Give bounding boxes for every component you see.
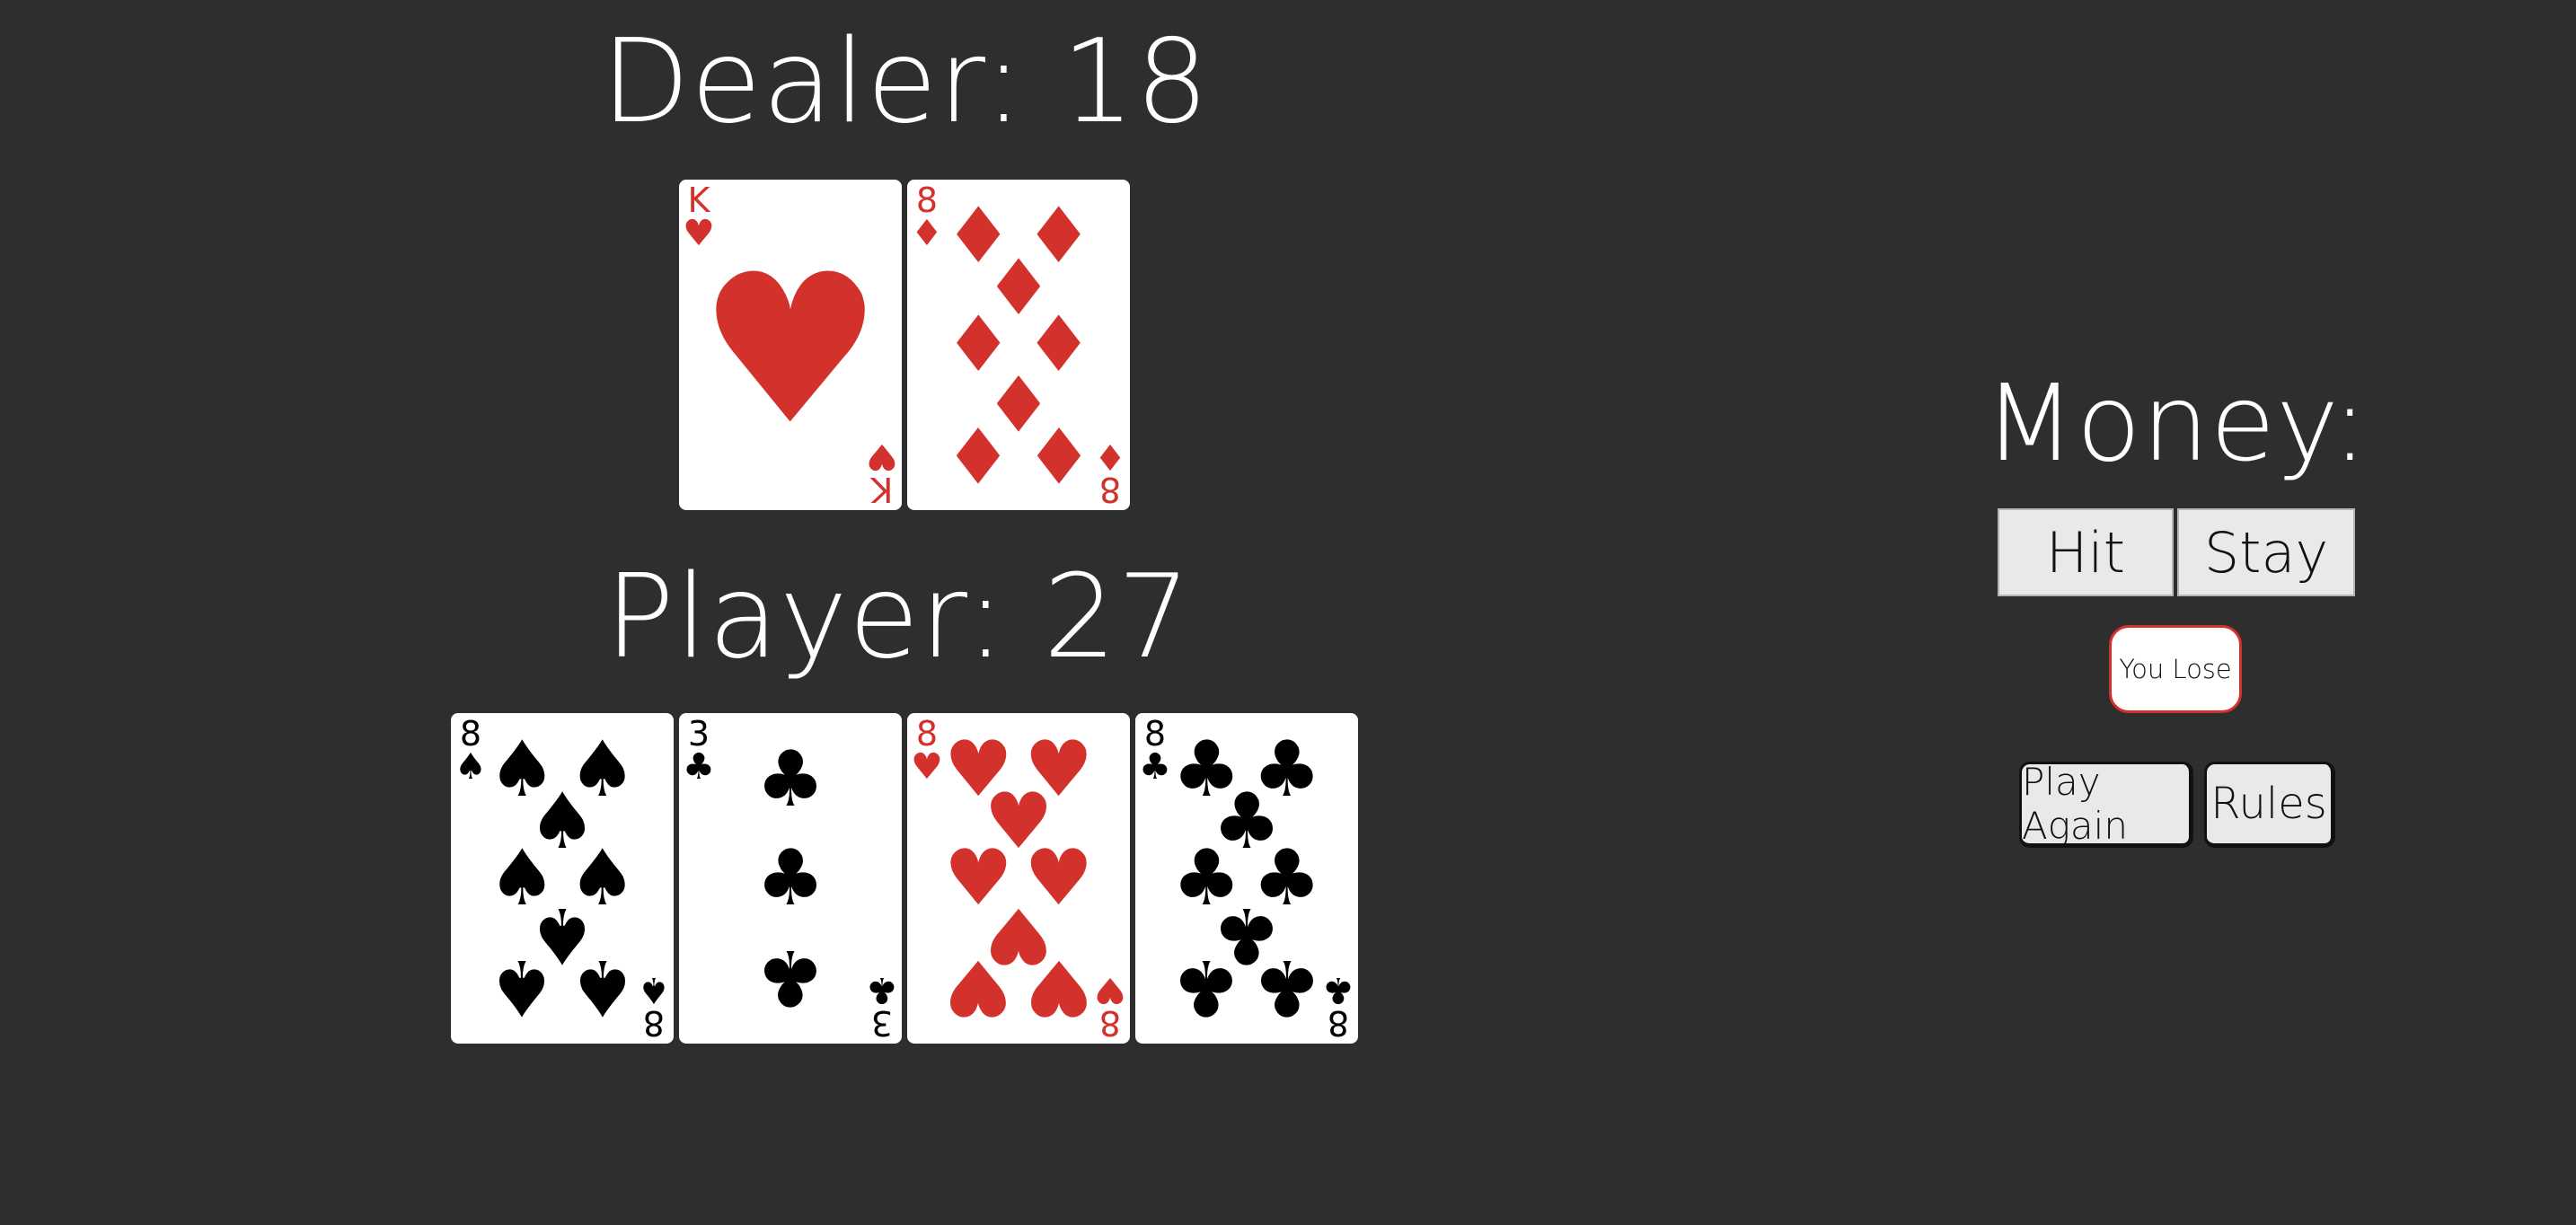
spades-icon: ♠: [638, 969, 670, 1010]
card-rank: 8: [1098, 470, 1122, 509]
money-label: Money:: [1983, 361, 2369, 485]
hit-button[interactable]: Hit: [1998, 508, 2174, 596]
card-8-of-clubs: 8 ♣ 8 ♣ ♣ ♣ ♣ ♣ ♣ ♣ ♣ ♣: [1135, 713, 1358, 1044]
card-k-of-hearts: K ♥ K ♥ ♥: [679, 180, 902, 510]
diamonds-icon: ♦: [943, 409, 1013, 499]
clubs-icon: ♣: [1171, 942, 1241, 1033]
clubs-icon: ♣: [755, 932, 825, 1023]
hearts-icon: ♥: [697, 231, 884, 471]
clubs-icon: ♣: [866, 969, 898, 1010]
card-8-of-diamonds: 8 ♦ 8 ♦ ♦ ♦ ♦ ♦ ♦ ♦ ♦ ♦: [907, 180, 1130, 510]
diamonds-icon: ♦: [1094, 436, 1126, 477]
clubs-icon: ♣: [1252, 942, 1322, 1033]
card-8-of-spades: 8 ♠ 8 ♠ ♠ ♠ ♠ ♠ ♠ ♠ ♠ ♠: [451, 713, 674, 1044]
clubs-icon: ♣: [1322, 969, 1354, 1010]
card-corner-index: 8 ♠: [638, 969, 670, 1043]
card-rank: 8: [1327, 1003, 1350, 1043]
card-rank: 3: [870, 1003, 894, 1043]
diamonds-icon: ♦: [1024, 409, 1094, 499]
spades-icon: ♠: [568, 942, 638, 1033]
spades-icon: ♠: [487, 942, 557, 1033]
dealer-score-label: Dealer: 18: [601, 15, 1210, 149]
hearts-icon: ♥: [943, 942, 1013, 1033]
spades-icon: ♠: [454, 746, 487, 788]
card-corner-index: 3 ♣: [683, 717, 715, 785]
play-again-button[interactable]: Play Again: [2019, 760, 2193, 848]
card-corner-index: 8 ♣: [1322, 969, 1354, 1043]
hearts-icon: ♥: [911, 746, 943, 788]
card-corner-index: 3 ♣: [866, 969, 898, 1043]
hearts-icon: ♥: [1094, 969, 1126, 1010]
status-badge: You Lose: [2109, 625, 2242, 713]
card-corner-index: 8 ♦: [911, 183, 943, 251]
card-rank: K: [870, 470, 894, 509]
card-corner-index: 8 ♥: [1094, 969, 1126, 1043]
clubs-icon: ♣: [1139, 746, 1171, 788]
dealer-hand: K ♥ K ♥ ♥ 8 ♦ 8 ♦ ♦ ♦ ♦ ♦ ♦ ♦ ♦ ♦: [679, 180, 1130, 510]
clubs-icon: ♣: [755, 833, 825, 923]
player-hand: 8 ♠ 8 ♠ ♠ ♠ ♠ ♠ ♠ ♠ ♠ ♠ 3 ♣ 3 ♣ ♣ ♣ ♣ 8 ♥ 8 ♥ ♥ ♥ ♥ ♥ ♥ ♥ ♥ ♥ 8 ♣ 8 ♣ ♣ ♣ ♣ ♣ ♣…: [451, 713, 1358, 1044]
clubs-icon: ♣: [683, 746, 715, 788]
card-8-of-hearts: 8 ♥ 8 ♥ ♥ ♥ ♥ ♥ ♥ ♥ ♥ ♥: [907, 713, 1130, 1044]
card-rank: 8: [642, 1003, 666, 1043]
hearts-icon: ♥: [1024, 942, 1094, 1033]
clubs-icon: ♣: [755, 734, 825, 824]
rules-button[interactable]: Rules: [2204, 762, 2335, 848]
diamonds-icon: ♦: [911, 213, 943, 254]
card-3-of-clubs: 3 ♣ 3 ♣ ♣ ♣ ♣: [679, 713, 902, 1044]
card-corner-index: 8 ♠: [454, 717, 487, 785]
card-rank: 8: [1098, 1003, 1122, 1043]
card-corner-index: 8 ♣: [1139, 717, 1171, 785]
card-corner-index: 8 ♦: [1094, 436, 1126, 509]
stay-button[interactable]: Stay: [2177, 508, 2355, 596]
player-score-label: Player: 27: [604, 551, 1192, 684]
card-corner-index: 8 ♥: [911, 717, 943, 785]
